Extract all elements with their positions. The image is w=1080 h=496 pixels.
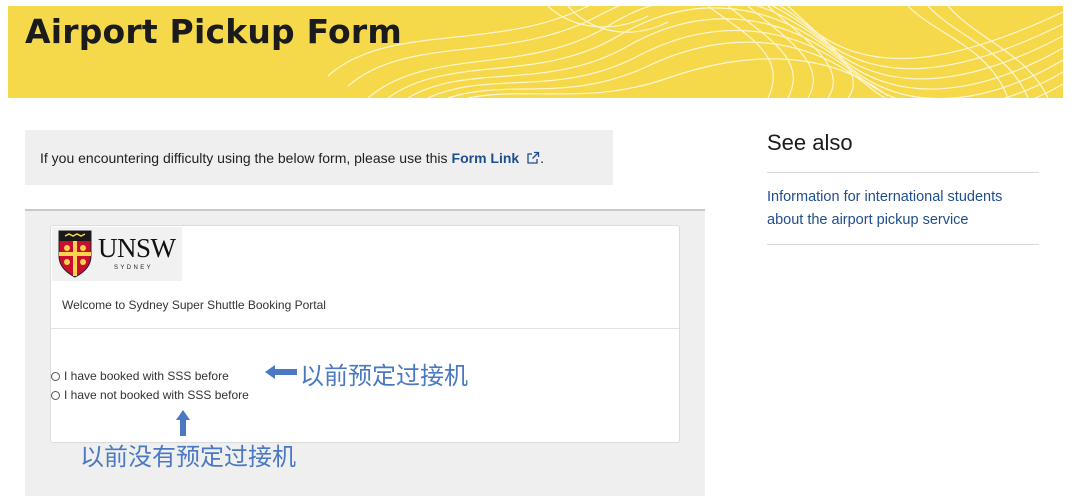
unsw-logo: UNSW SYDNEY — [52, 227, 182, 281]
external-link-icon — [527, 151, 540, 164]
logo-subtitle: SYDNEY — [114, 265, 154, 271]
option-booked-before[interactable]: I have booked with SSS before — [51, 369, 229, 383]
see-also-heading: See also — [767, 130, 853, 155]
arrow-up-icon — [176, 410, 190, 436]
notice-suffix: . — [540, 149, 544, 166]
booking-portal-card: UNSW SYDNEY Welcome to Sydney Super Shut… — [50, 225, 680, 443]
arrow-left-icon — [265, 365, 297, 379]
form-link-label: Form Link — [451, 149, 520, 166]
notice-text: If you encountering difficulty using the… — [40, 149, 448, 166]
page-banner: Airport Pickup Form — [8, 6, 1063, 98]
page-title: Airport Pickup Form — [25, 12, 402, 51]
sidebar-divider-bottom — [767, 244, 1039, 245]
radio-booked-before[interactable] — [51, 371, 60, 381]
international-students-link[interactable]: Information for international students a… — [767, 186, 1039, 232]
unsw-crest-icon — [58, 230, 92, 278]
sidebar-divider-top — [767, 172, 1039, 173]
divider — [51, 328, 679, 329]
form-difficulty-notice: If you encountering difficulty using the… — [25, 130, 613, 185]
option-not-booked-before[interactable]: I have not booked with SSS before — [51, 388, 249, 402]
radio-not-booked-before[interactable] — [51, 390, 60, 400]
welcome-message: Welcome to Sydney Super Shuttle Booking … — [62, 298, 326, 312]
logo-wordmark: UNSW — [98, 233, 176, 263]
annotation-not-booked-before: 以前没有预定过接机 — [80, 443, 296, 471]
form-link[interactable]: Form Link — [452, 150, 541, 166]
annotation-booked-before: 以前预定过接机 — [300, 362, 468, 390]
option-not-booked-before-label: I have not booked with SSS before — [64, 388, 249, 402]
option-booked-before-label: I have booked with SSS before — [64, 369, 229, 383]
